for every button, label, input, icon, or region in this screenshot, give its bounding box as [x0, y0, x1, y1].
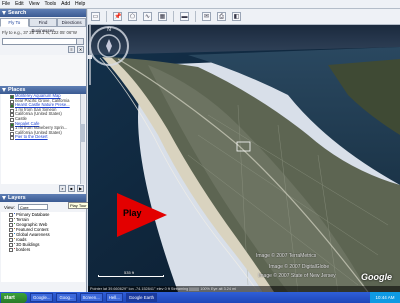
- checkbox[interactable]: [9, 232, 13, 237]
- taskbar-item[interactable]: Goog...: [56, 293, 77, 302]
- clear-search-button[interactable]: ✕: [77, 46, 84, 53]
- maps-icon[interactable]: ◧: [232, 12, 241, 21]
- layers-list: Primary Database Terrain Geographic Web Fea…: [1, 212, 85, 252]
- menu-file[interactable]: File: [2, 0, 10, 9]
- places-tools: ⌕ ■ ▶: [0, 185, 86, 194]
- google-earth-window: File Edit View Tools Add Help Search Fly…: [0, 0, 400, 303]
- fly-to-input[interactable]: [2, 38, 84, 45]
- places-heading: Places: [8, 87, 26, 93]
- places-panel-header[interactable]: Places: [0, 86, 86, 94]
- taskbar-item[interactable]: Hell...: [105, 293, 123, 302]
- layers-heading: Layers: [8, 195, 26, 201]
- taskbar-item[interactable]: Screen...: [79, 293, 103, 302]
- checkbox[interactable]: [9, 242, 13, 247]
- toolbar-divider: [195, 11, 196, 22]
- search-places-button[interactable]: ⌕: [59, 185, 66, 192]
- placemark-icon[interactable]: 📌: [113, 12, 122, 21]
- taskbar-item[interactable]: Google...: [30, 293, 54, 302]
- layer-icon: [14, 222, 15, 224]
- earth-view[interactable]: N 535 ft Image © 2007 TerraMetrics Image…: [88, 25, 400, 292]
- search-heading: Search: [8, 10, 27, 16]
- scale-bar: 535 ft: [98, 270, 164, 278]
- collapse-triangle-icon[interactable]: [2, 196, 6, 200]
- collapse-triangle-icon[interactable]: [2, 88, 6, 92]
- windows-taskbar: start Google... Goog... Screen... Hell..…: [0, 292, 400, 303]
- polygon-icon[interactable]: ⬠: [128, 12, 137, 21]
- ruler-icon[interactable]: ▬: [180, 12, 189, 21]
- checkbox[interactable]: [10, 136, 14, 141]
- print-icon[interactable]: ⎙: [217, 12, 226, 21]
- tab-fly-to[interactable]: Fly To: [0, 18, 29, 27]
- menu-help[interactable]: Help: [75, 0, 85, 9]
- layer-icon: [14, 227, 15, 229]
- hide-sidebar-icon[interactable]: ▭: [91, 12, 100, 21]
- image-overlay-icon[interactable]: ▦: [158, 12, 167, 21]
- places-list: Monterey Aquarium Map near Pacific Grove,…: [1, 94, 85, 141]
- toolbar-divider: [106, 11, 107, 22]
- tab-find-businesses[interactable]: Find Businesses: [28, 18, 58, 33]
- results-list-button[interactable]: ≡: [68, 46, 75, 53]
- checkbox[interactable]: [9, 217, 13, 222]
- checkbox[interactable]: [9, 237, 13, 242]
- stop-tour-button[interactable]: ■: [68, 185, 75, 192]
- attribution-digitalglobe: Image © 2007 DigitalGlobe: [269, 264, 330, 270]
- checkbox[interactable]: [9, 227, 13, 232]
- sidebar: Search Fly To Find Businesses Directions…: [0, 9, 87, 292]
- toolbar-divider: [173, 11, 174, 22]
- start-button[interactable]: start: [1, 292, 27, 303]
- search-results-area: [0, 55, 86, 86]
- view-label: View:: [4, 204, 15, 210]
- map-toolbar: ▭ 📌 ⬠ ∿ ▦ ▬ ✉ ⎙ ◧: [88, 9, 400, 25]
- list-item-label[interactable]: Pier to the Desert: [15, 134, 48, 140]
- google-logo: Google: [361, 272, 392, 282]
- email-icon[interactable]: ✉: [202, 12, 211, 21]
- search-tools: ≡ ✕: [0, 46, 86, 55]
- menu-view[interactable]: View: [29, 0, 40, 9]
- play-tour-button[interactable]: ▶: [77, 185, 84, 192]
- layer-icon: [14, 237, 15, 239]
- list-item[interactable]: Pier to the Desert: [1, 134, 85, 141]
- view-select[interactable]: Core: [17, 204, 48, 210]
- layer-item[interactable]: borders: [1, 247, 85, 252]
- checkbox[interactable]: [9, 222, 13, 227]
- system-clock: 10:44 AM: [370, 292, 400, 303]
- layer-icon: [14, 242, 15, 244]
- layer-icon: [14, 217, 15, 219]
- path-icon[interactable]: ∿: [143, 12, 152, 21]
- fly-to-hint: Fly to e.g., 37 25' 19.1"N, 122 05' 06"W: [2, 30, 77, 35]
- layer-icon: [14, 212, 15, 214]
- attribution-new-jersey: Image © 2007 State of New Jersey: [258, 273, 336, 279]
- satellite-imagery: [88, 25, 400, 292]
- checkbox[interactable]: [9, 212, 13, 217]
- places-tree: Monterey Aquarium Map near Pacific Grove,…: [1, 94, 85, 184]
- menu-bar: File Edit View Tools Add Help: [0, 0, 400, 9]
- layers-panel-header[interactable]: Layers: [0, 194, 86, 202]
- play-label[interactable]: Play: [123, 208, 142, 218]
- svg-text:N: N: [107, 27, 111, 33]
- menu-tools[interactable]: Tools: [44, 0, 56, 9]
- search-go-button[interactable]: [76, 38, 84, 45]
- menu-add[interactable]: Add: [61, 0, 70, 9]
- menu-edit[interactable]: Edit: [15, 0, 24, 9]
- search-panel-header[interactable]: Search: [0, 9, 86, 17]
- layer-label: borders: [16, 247, 31, 252]
- taskbar-item-google-earth[interactable]: Google Earth: [125, 293, 158, 302]
- navigation-control-icon[interactable]: N: [88, 25, 130, 67]
- scale-ruler: [98, 275, 164, 277]
- search-tabs: Fly To Find Businesses Directions: [0, 18, 86, 33]
- tab-directions[interactable]: Directions: [57, 18, 86, 27]
- checkbox[interactable]: [9, 247, 13, 252]
- attribution-terrametrics: Image © 2007 TerraMetrics: [256, 253, 317, 259]
- zoom-slider[interactable]: [88, 25, 92, 85]
- play-tour-tooltip: Play Tour: [68, 202, 89, 209]
- layer-icon: [14, 247, 15, 249]
- layer-icon: [14, 232, 15, 234]
- layers-tree: Primary Database Terrain Geographic Web Fea…: [1, 212, 85, 282]
- collapse-triangle-icon[interactable]: [2, 11, 6, 15]
